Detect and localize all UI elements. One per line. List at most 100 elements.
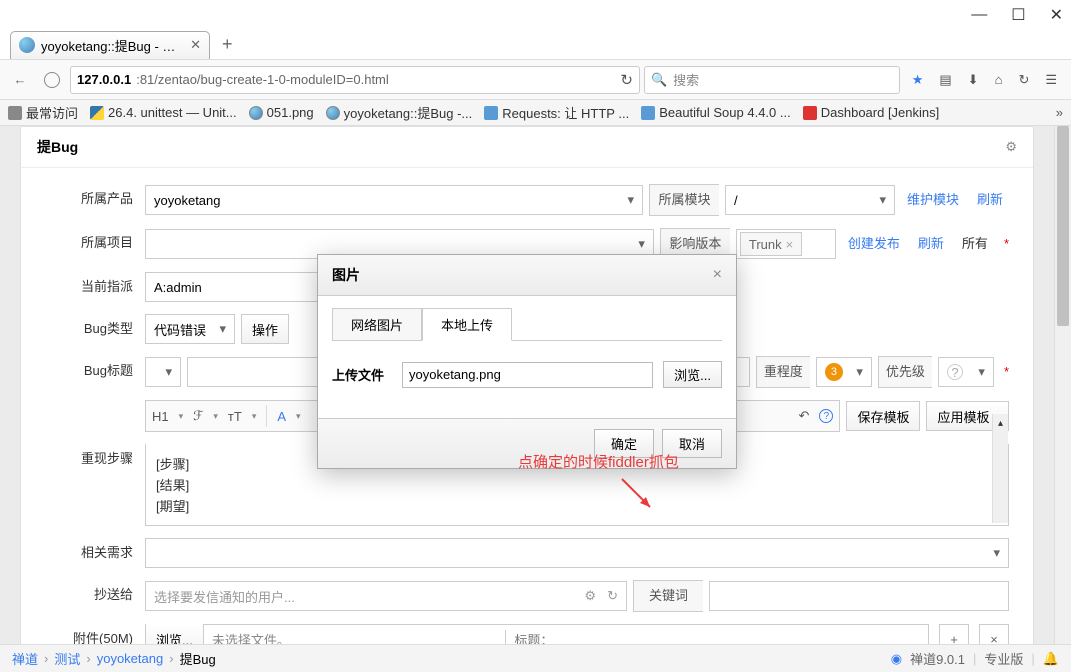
keyword-label: 关键词 — [633, 580, 703, 612]
page-scrollbar[interactable] — [1054, 126, 1071, 644]
maintain-module-link[interactable]: 维护模块 — [901, 185, 965, 215]
remove-attach-button[interactable]: × — [979, 624, 1009, 644]
severity-select[interactable]: 3▾ — [816, 357, 872, 387]
doc-icon — [641, 106, 655, 120]
globe-icon — [326, 106, 340, 120]
chevron-down-icon[interactable]: ▾ — [296, 411, 301, 422]
bookmark-item[interactable]: Dashboard [Jenkins] — [803, 105, 940, 120]
add-attach-button[interactable]: + — [939, 624, 969, 644]
bookmarks-overflow-icon[interactable]: » — [1056, 105, 1063, 120]
url-path: :81/zentao/bug-create-1-0-moduleID=0.htm… — [136, 72, 389, 87]
chevron-down-icon: ▾ — [993, 545, 1000, 561]
url-host: 127.0.0.1 — [77, 72, 131, 87]
help-icon[interactable]: ? — [819, 409, 833, 423]
product-select[interactable]: yoyoketang▾ — [145, 185, 643, 215]
bookmark-item[interactable]: Requests: 让 HTTP ... — [484, 103, 629, 122]
modal-body: 上传文件 yoyoketang.png 浏览... — [318, 341, 736, 418]
create-release-link[interactable]: 创建发布 — [842, 229, 906, 259]
browser-tab[interactable]: yoyoketang::提Bug - 禅道 ✕ — [10, 31, 210, 59]
tab-close-icon[interactable]: ✕ — [190, 37, 201, 53]
chevron-down-icon[interactable]: ▾ — [252, 411, 257, 422]
cc-select[interactable]: 选择要发信通知的用户... ⚙ ↻ — [145, 581, 627, 611]
type-select[interactable]: 代码错误▾ — [145, 314, 235, 344]
font-button[interactable]: ℱ — [193, 408, 203, 424]
search-placeholder: 搜索 — [673, 70, 699, 89]
bookmark-item[interactable]: Beautiful Soup 4.4.0 ... — [641, 105, 791, 120]
window-close[interactable]: ✕ — [1050, 5, 1063, 25]
globe-icon — [249, 106, 263, 120]
bookmark-item[interactable]: 26.4. unittest — Unit... — [90, 105, 237, 120]
bookmark-item[interactable]: yoyoketang::提Bug -... — [326, 103, 473, 122]
sync-icon[interactable]: ↻ — [1018, 72, 1029, 88]
module-select[interactable]: /▾ — [725, 185, 895, 215]
tab-local-upload[interactable]: 本地上传 — [422, 308, 512, 341]
breadcrumb-item[interactable]: 测试 — [54, 649, 80, 668]
window-minimize[interactable]: — — [971, 6, 987, 24]
upload-file-input[interactable]: yoyoketang.png — [402, 362, 653, 388]
refresh-link[interactable]: 刷新 — [971, 185, 1009, 215]
refresh-icon[interactable]: ↻ — [620, 71, 633, 89]
search-icon: 🔍 — [651, 72, 667, 88]
color-button[interactable]: A — [277, 409, 286, 424]
url-field[interactable]: 127.0.0.1 :81/zentao/bug-create-1-0-modul… — [70, 66, 640, 94]
window-titlebar: — ☐ ✕ — [0, 0, 1071, 30]
browse-button[interactable]: 浏览... — [663, 361, 722, 388]
all-link[interactable]: 所有 — [956, 229, 994, 259]
version-select[interactable]: Trunk× — [736, 229, 836, 259]
breadcrumb-item[interactable]: yoyoketang — [97, 651, 164, 666]
size-button[interactable]: тT — [228, 409, 242, 424]
chevron-down-icon[interactable]: ▾ — [179, 411, 184, 422]
undo-icon[interactable]: ↶ — [799, 408, 810, 424]
chevron-down-icon: ▾ — [879, 192, 886, 208]
module-label: 所属模块 — [649, 184, 719, 216]
new-tab-button[interactable]: + — [222, 34, 233, 55]
annotation-arrow-icon — [618, 475, 658, 515]
browse-button[interactable]: 浏览... — [146, 624, 204, 644]
assign-label: 当前指派 — [45, 272, 145, 302]
tab-network-image[interactable]: 网络图片 — [332, 308, 422, 341]
gear-icon[interactable]: ⚙ — [584, 588, 596, 604]
breadcrumb-root[interactable]: 禅道 — [12, 649, 38, 668]
modal-close-icon[interactable]: × — [713, 266, 722, 284]
type-action-button[interactable]: 操作 — [241, 314, 289, 344]
attach-label: 附件(50M) — [45, 624, 145, 644]
required-star: * — [1004, 357, 1009, 387]
gear-icon[interactable]: ⚙ — [1005, 139, 1017, 155]
chevron-down-icon[interactable]: ▾ — [213, 411, 218, 422]
nav-back-icon[interactable]: ← — [6, 66, 34, 94]
toolbar-icons: ★ ▤ ⬇ ⌂ ↻ ☰ — [904, 72, 1065, 88]
close-icon[interactable]: × — [786, 237, 794, 252]
search-field[interactable]: 🔍 搜索 — [644, 66, 900, 94]
title-prefix-select[interactable]: ▾ — [145, 357, 181, 387]
save-template-button[interactable]: 保存模板 — [846, 401, 920, 431]
image-upload-modal: 图片 × 网络图片 本地上传 上传文件 yoyoketang.png 浏览...… — [317, 254, 737, 469]
home-icon[interactable]: ⌂ — [995, 72, 1003, 87]
attach-area: 浏览... 未选择文件。 标题： — [145, 624, 929, 644]
menu-icon[interactable]: ☰ — [1045, 72, 1057, 88]
panel-title: 提Bug — [37, 137, 78, 157]
bookmark-item[interactable]: 051.png — [249, 105, 314, 120]
tab-title: yoyoketang::提Bug - 禅道 — [41, 36, 184, 55]
refresh-icon[interactable]: ↻ — [607, 588, 618, 604]
refresh-link[interactable]: 刷新 — [912, 229, 950, 259]
required-star: * — [1004, 229, 1009, 259]
bookmark-star-icon[interactable]: ★ — [912, 72, 924, 88]
scrollbar-thumb[interactable] — [1057, 126, 1069, 326]
heading-button[interactable]: H1 — [152, 409, 169, 424]
attach-title-label: 标题： — [505, 630, 585, 645]
window-maximize[interactable]: ☐ — [1011, 5, 1025, 25]
keyword-input[interactable] — [709, 581, 1009, 611]
title-label: Bug标题 — [45, 356, 145, 386]
panel-header: 提Bug ⚙ — [21, 127, 1033, 168]
notification-icon[interactable]: 🔔 — [1043, 651, 1059, 667]
priority-select[interactable]: ?▾ — [938, 357, 994, 387]
repro-label: 重现步骤 — [45, 444, 145, 474]
bookmark-item[interactable]: 最常访问 — [8, 103, 78, 122]
download-icon[interactable]: ⬇ — [968, 72, 979, 88]
editor-scrollbar[interactable]: ▴ — [992, 414, 1008, 523]
modal-header: 图片 × — [318, 255, 736, 296]
demand-select[interactable]: ▾ — [145, 538, 1009, 568]
library-icon[interactable]: ▤ — [939, 72, 951, 88]
address-bar: ← 127.0.0.1 :81/zentao/bug-create-1-0-mod… — [0, 60, 1071, 100]
upload-file-label: 上传文件 — [332, 365, 392, 384]
